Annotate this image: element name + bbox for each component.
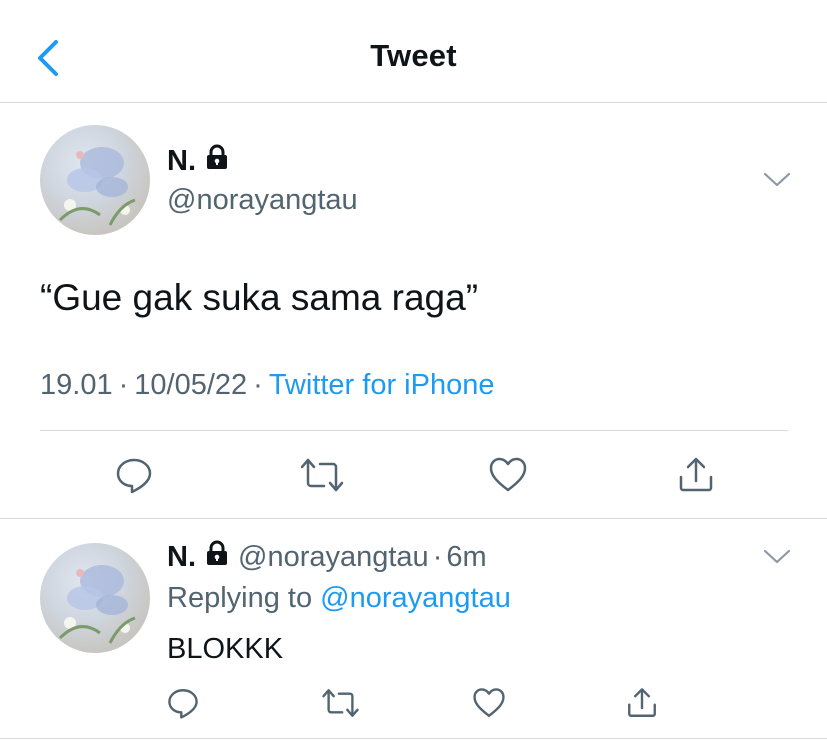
top-bar: Tweet	[0, 0, 827, 103]
replying-to-mention[interactable]: @norayangtau	[320, 582, 511, 614]
retweet-icon	[322, 689, 359, 717]
retweet-icon	[300, 458, 344, 492]
reply-button[interactable]	[114, 455, 154, 500]
retweet-button[interactable]	[298, 455, 346, 500]
reply-reply-button[interactable]	[166, 686, 200, 725]
avatar[interactable]	[40, 125, 150, 235]
reply-text: BLOKKK	[167, 633, 284, 665]
separator: ·	[253, 369, 263, 401]
reply-author-row: N. @norayangtau · 6m	[167, 540, 487, 574]
reply-retweet-button[interactable]	[320, 686, 361, 725]
like-icon	[489, 457, 527, 492]
reply-author-handle[interactable]: @norayangtau	[238, 541, 429, 574]
reply-like-button[interactable]	[472, 686, 506, 725]
chevron-down-icon	[763, 172, 791, 187]
divider	[0, 518, 827, 519]
like-button[interactable]	[488, 455, 528, 500]
replying-to: Replying to @norayangtau	[167, 582, 511, 615]
separator: ·	[118, 369, 129, 401]
share-icon	[679, 457, 713, 492]
reply-avatar[interactable]	[40, 543, 150, 653]
tweet-source-link[interactable]: Twitter for iPhone	[269, 369, 495, 401]
reply-icon	[116, 458, 152, 494]
reply-more-options-button[interactable]	[762, 545, 792, 567]
separator: ·	[432, 540, 443, 573]
reply-icon	[168, 689, 198, 719]
divider	[0, 738, 827, 739]
reply-time: 6m	[446, 540, 487, 573]
lock-icon	[204, 144, 230, 178]
replying-prefix: Replying to	[167, 582, 313, 614]
tweet-time: 19.01	[40, 369, 113, 401]
author-name-row: N.	[167, 144, 230, 178]
tweet-date: 10/05/22	[134, 369, 248, 401]
author-handle[interactable]: @norayangtau	[167, 184, 358, 217]
reply-share-button[interactable]	[625, 686, 659, 725]
lock-icon	[204, 540, 230, 574]
more-options-button[interactable]	[762, 168, 792, 190]
page-title: Tweet	[370, 38, 457, 73]
like-icon	[473, 688, 505, 717]
author-name[interactable]: N.	[167, 145, 196, 178]
tweet-text: “Gue gak suka sama raga”	[40, 277, 479, 318]
reply-author-name[interactable]: N.	[167, 541, 196, 574]
tweet-meta: 19.01 · 10/05/22 · Twitter for iPhone	[40, 369, 494, 402]
divider	[40, 430, 788, 431]
share-button[interactable]	[676, 455, 716, 500]
share-icon	[628, 688, 656, 717]
chevron-down-icon	[763, 549, 791, 564]
